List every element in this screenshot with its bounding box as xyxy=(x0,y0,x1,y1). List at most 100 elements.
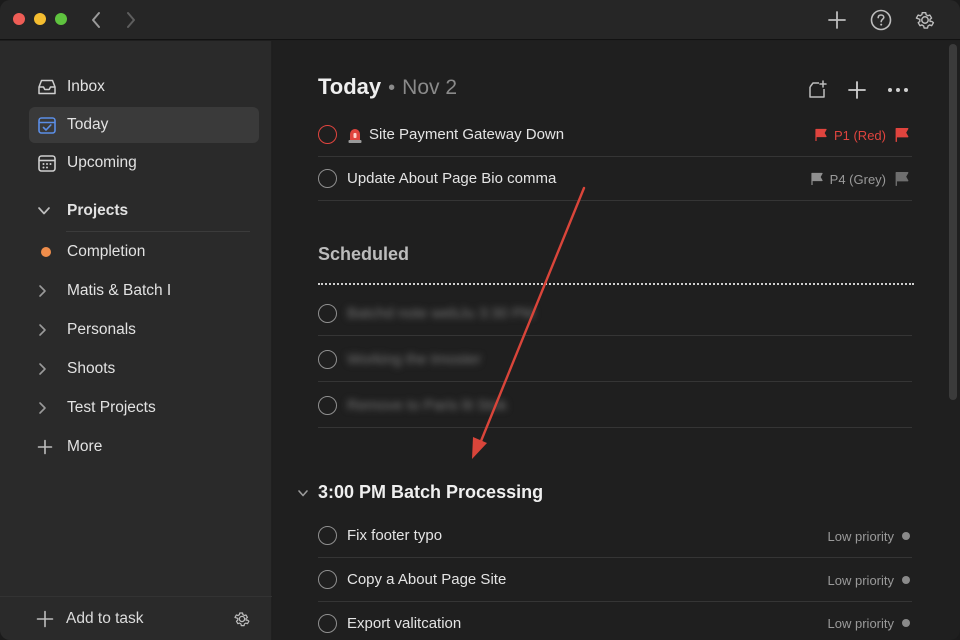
minimize-window-button[interactable] xyxy=(34,13,46,25)
sidebar-item-today[interactable]: Today xyxy=(29,107,259,143)
flag-icon xyxy=(815,128,827,141)
chevron-right-icon[interactable] xyxy=(29,284,67,298)
scheduled-section-title: Scheduled xyxy=(318,244,410,264)
projects-header[interactable]: Projects xyxy=(29,193,259,229)
sidebar-item-test-projects[interactable]: Test Projects xyxy=(29,390,259,426)
sidebar-item-label: Shoots xyxy=(67,360,116,377)
task-title: Site Payment Gateway Down xyxy=(369,126,565,143)
task-checkbox[interactable] xyxy=(318,526,337,545)
projects-label: Projects xyxy=(67,202,129,219)
task-checkbox[interactable] xyxy=(318,304,337,323)
title-bar xyxy=(0,0,960,40)
more-dots-icon xyxy=(888,88,908,92)
section-divider xyxy=(318,283,914,285)
sidebar-item-label: Inbox xyxy=(67,78,105,95)
flag-icon[interactable] xyxy=(894,171,910,187)
help-button[interactable] xyxy=(868,7,894,33)
back-button[interactable] xyxy=(84,8,108,32)
task-row[interactable]: Fix footer typo Low priority xyxy=(318,514,912,558)
chevron-down-icon xyxy=(29,206,67,216)
close-window-button[interactable] xyxy=(13,13,25,25)
sidebar-footer: Add to task xyxy=(0,596,272,640)
task-title: Update About Page Bio comma xyxy=(347,170,557,187)
add-task-button[interactable]: Add to task xyxy=(36,607,144,631)
sidebar-item-matis-batch[interactable]: Matis & Batch I xyxy=(29,273,259,309)
task-checkbox[interactable] xyxy=(318,570,337,589)
page-date: Nov 2 xyxy=(402,76,458,99)
chevron-right-icon[interactable] xyxy=(29,323,67,337)
task-checkbox[interactable] xyxy=(318,350,337,369)
sidebar: Inbox Today Upcoming Projects Completion xyxy=(0,41,272,640)
title-separator: • xyxy=(388,77,396,99)
plus-icon xyxy=(36,610,54,628)
page-title: Today • Nov 2 xyxy=(318,74,457,100)
add-task-label: Add to task xyxy=(66,610,144,627)
quick-add-button[interactable] xyxy=(824,7,850,33)
plus-icon xyxy=(848,81,866,99)
sidebar-item-more[interactable]: More xyxy=(29,429,259,465)
sidebar-item-upcoming[interactable]: Upcoming xyxy=(29,145,259,181)
sidebar-item-label: Test Projects xyxy=(67,399,156,416)
task-checkbox[interactable] xyxy=(318,125,337,144)
help-icon xyxy=(870,9,892,31)
settings-button[interactable] xyxy=(912,7,938,33)
priority-label: Low priority xyxy=(827,528,894,544)
inbox-icon xyxy=(29,78,67,96)
priority-label: Low priority xyxy=(827,572,894,588)
page-title-text: Today xyxy=(318,74,382,99)
task-title: Copy a About Page Site xyxy=(347,571,507,588)
sidebar-item-inbox[interactable]: Inbox xyxy=(29,69,259,105)
sidebar-item-completion[interactable]: Completion xyxy=(29,234,259,270)
projects-divider xyxy=(66,231,250,232)
chevron-down-icon[interactable] xyxy=(296,486,310,500)
task-row[interactable]: Working the tmoster xyxy=(318,338,912,382)
board-view-button[interactable] xyxy=(806,78,830,102)
sidebar-item-label: Personals xyxy=(67,321,136,338)
scrollbar[interactable] xyxy=(949,44,957,400)
project-color-dot-icon xyxy=(41,247,51,257)
task-title: Export valitcation xyxy=(347,614,462,632)
batch-section-title: 3:00 PM Batch Processing xyxy=(318,482,544,502)
priority-label: P4 (Grey) xyxy=(829,171,886,187)
priority-label: Low priority xyxy=(827,615,894,631)
task-row[interactable]: Batchd note webJu 3:30 PM xyxy=(318,292,912,336)
task-checkbox[interactable] xyxy=(318,169,337,188)
forward-button[interactable] xyxy=(119,8,143,32)
sidebar-item-personals[interactable]: Personals xyxy=(29,312,259,348)
priority-dot-icon xyxy=(902,532,910,540)
task-row[interactable]: Update About Page Bio comma P4 (Grey) xyxy=(318,157,912,201)
task-row[interactable]: Export valitcation Low priority xyxy=(318,601,912,640)
chevron-left-icon xyxy=(92,12,100,28)
sidebar-item-label: Upcoming xyxy=(67,154,137,171)
chevron-right-icon[interactable] xyxy=(29,362,67,376)
more-options-button[interactable] xyxy=(886,78,910,102)
add-section-icon xyxy=(809,80,827,98)
add-task-header-button[interactable] xyxy=(845,78,869,102)
task-title-blurred: Working the tmoster xyxy=(347,351,481,368)
zoom-window-button[interactable] xyxy=(55,13,67,25)
chevron-right-icon xyxy=(127,12,135,28)
task-title-blurred: Remove to Paris lit Stok xyxy=(347,397,508,414)
sidebar-item-shoots[interactable]: Shoots xyxy=(29,351,259,387)
priority-dot-icon xyxy=(902,576,910,584)
gear-icon xyxy=(915,11,935,29)
task-checkbox[interactable] xyxy=(318,613,337,633)
task-row[interactable]: Copy a About Page Site Low priority xyxy=(318,558,912,602)
task-title: Fix footer typo xyxy=(347,527,443,544)
siren-icon xyxy=(347,126,363,144)
sidebar-item-label: More xyxy=(67,438,103,455)
task-row[interactable]: Site Payment Gateway Down P1 (Red) xyxy=(318,113,912,157)
chevron-right-icon[interactable] xyxy=(29,401,67,415)
priority-dot-icon xyxy=(902,619,910,627)
priority-label: P1 (Red) xyxy=(833,127,886,143)
sidebar-settings-button[interactable] xyxy=(230,607,254,631)
app-window: Inbox Today Upcoming Projects Completion xyxy=(0,0,960,640)
gear-icon xyxy=(234,612,250,627)
sidebar-item-label: Completion xyxy=(67,243,146,260)
calendar-today-icon xyxy=(29,115,67,135)
task-checkbox[interactable] xyxy=(318,396,337,415)
task-title-blurred: Batchd note webJu 3:30 PM xyxy=(347,305,535,322)
task-row[interactable]: Remove to Paris lit Stok xyxy=(318,384,912,428)
flag-icon xyxy=(811,172,823,185)
flag-icon[interactable] xyxy=(894,127,910,143)
